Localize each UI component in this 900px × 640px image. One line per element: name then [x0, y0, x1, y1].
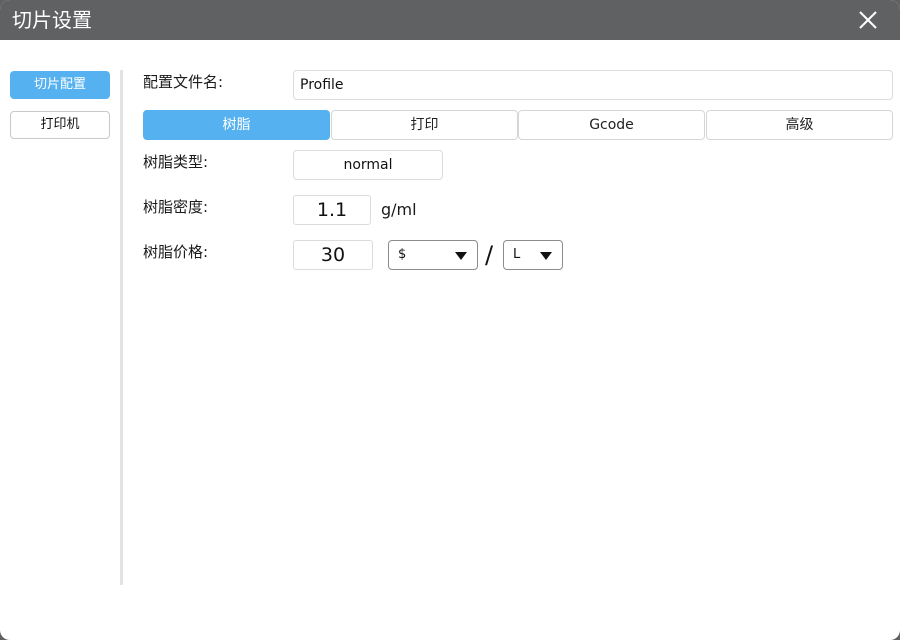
chevron-down-icon [455, 252, 467, 260]
tab-print[interactable]: 打印 [331, 110, 518, 140]
currency-select[interactable]: $ [388, 240, 478, 270]
resin-type-label: 树脂类型: [143, 153, 209, 171]
resin-density-input[interactable] [293, 195, 371, 225]
chevron-down-icon [540, 252, 552, 260]
window-title: 切片设置 [12, 8, 92, 32]
volume-unit-select[interactable]: L [503, 240, 563, 270]
resin-price-label: 树脂价格: [143, 243, 209, 261]
close-icon [859, 11, 877, 29]
density-unit-label: g/ml [381, 200, 417, 219]
sidebar-divider [120, 70, 123, 585]
currency-value: $ [398, 247, 407, 262]
tab-gcode[interactable]: Gcode [518, 110, 705, 140]
profile-name-label: 配置文件名: [143, 73, 224, 91]
sidebar-item-printer[interactable]: 打印机 [10, 111, 110, 139]
volume-unit-value: L [513, 247, 521, 262]
slice-settings-window: 切片设置 切片配置 打印机 配置文件名: 树脂 打印 Gcode 高级 树脂类型… [0, 0, 900, 640]
unit-separator: / [485, 241, 494, 269]
close-button[interactable] [852, 4, 884, 36]
title-bar: 切片设置 [0, 0, 900, 40]
sidebar-item-slice-config[interactable]: 切片配置 [10, 71, 110, 99]
tab-resin[interactable]: 树脂 [143, 110, 330, 140]
profile-name-input[interactable] [293, 70, 893, 100]
tab-advanced[interactable]: 高级 [706, 110, 893, 140]
resin-density-label: 树脂密度: [143, 198, 209, 216]
resin-price-input[interactable] [293, 240, 373, 270]
resin-type-button[interactable]: normal [293, 150, 443, 180]
